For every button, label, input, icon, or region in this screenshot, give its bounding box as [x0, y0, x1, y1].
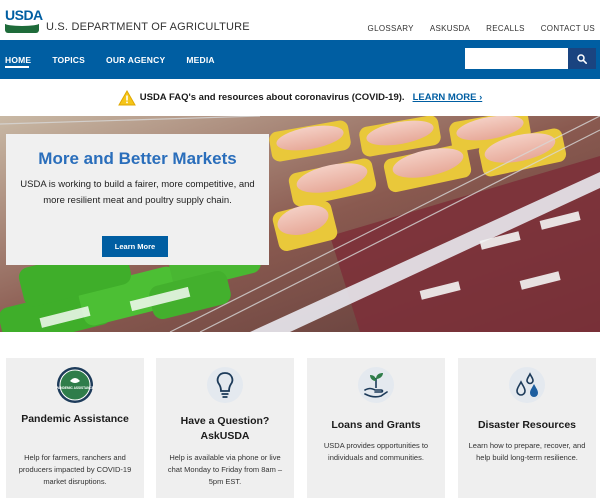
contact-us-link[interactable]: CONTACT US: [541, 24, 595, 33]
search-input[interactable]: [465, 48, 568, 69]
card-title: Have a Question? AskUSDA: [180, 415, 270, 442]
utility-nav: GLOSSARY ASKUSDA RECALLS CONTACT US: [368, 24, 595, 33]
lightbulb-icon: [207, 367, 243, 403]
recalls-link[interactable]: RECALLS: [486, 24, 525, 33]
department-name: U.S. DEPARTMENT OF AGRICULTURE: [46, 21, 250, 33]
card-askusda[interactable]: Have a Question? AskUSDA Help is availab…: [156, 358, 294, 498]
hero-body: USDA is working to build a fairer, more …: [20, 179, 255, 206]
card-description: Learn how to prepare, recover, and help …: [468, 441, 586, 462]
water-drops-icon: [509, 367, 545, 403]
card-loans-and-grants[interactable]: Loans and Grants USDA provides opportuni…: [307, 358, 445, 498]
pandemic-badge-icon: PANDEMIC ASSISTANCE: [56, 367, 94, 403]
usda-logo[interactable]: USDA: [5, 7, 43, 33]
covid-alert-banner: USDA FAQ's and resources about coronavir…: [0, 79, 600, 116]
askusda-link[interactable]: ASKUSDA: [430, 24, 470, 33]
card-description: USDA provides opportunities to individua…: [323, 441, 429, 462]
card-disaster-resources[interactable]: Disaster Resources Learn how to prepare,…: [458, 358, 596, 498]
card-description: Help is available via phone or live chat…: [167, 453, 283, 486]
nav-home[interactable]: HOME: [5, 40, 42, 79]
alert-text: USDA FAQ's and resources about coronavir…: [139, 92, 405, 103]
glossary-link[interactable]: GLOSSARY: [368, 24, 414, 33]
hero-card: More and Better Markets USDA is working …: [6, 134, 269, 265]
nav-media[interactable]: MEDIA: [186, 40, 225, 79]
learn-more-button[interactable]: Learn More: [102, 236, 168, 257]
hero-banner: More and Better Markets USDA is working …: [0, 116, 600, 332]
top-header: USDA U.S. DEPARTMENT OF AGRICULTURE GLOS…: [0, 0, 600, 40]
logo-swoosh-icon: [5, 21, 39, 33]
hero-title: More and Better Markets: [38, 149, 237, 168]
hand-plant-icon: [358, 367, 394, 403]
search-icon: [577, 53, 587, 64]
alert-learn-more-link[interactable]: LEARN MORE ›: [413, 92, 483, 103]
card-title: Disaster Resources: [477, 419, 577, 431]
svg-text:PANDEMIC ASSISTANCE: PANDEMIC ASSISTANCE: [56, 386, 94, 390]
search-button[interactable]: [568, 48, 596, 69]
card-description: Help for farmers, ranchers and producers…: [18, 453, 132, 486]
nav-topics[interactable]: TOPICS: [52, 40, 96, 79]
feature-cards: PANDEMIC ASSISTANCE Pandemic Assistance …: [0, 332, 600, 498]
card-title: Pandemic Assistance: [21, 413, 129, 425]
card-pandemic-assistance[interactable]: PANDEMIC ASSISTANCE Pandemic Assistance …: [6, 358, 144, 498]
warning-icon: [117, 89, 136, 105]
nav-our-agency[interactable]: OUR AGENCY: [106, 40, 176, 79]
card-title: Loans and Grants: [331, 419, 421, 431]
